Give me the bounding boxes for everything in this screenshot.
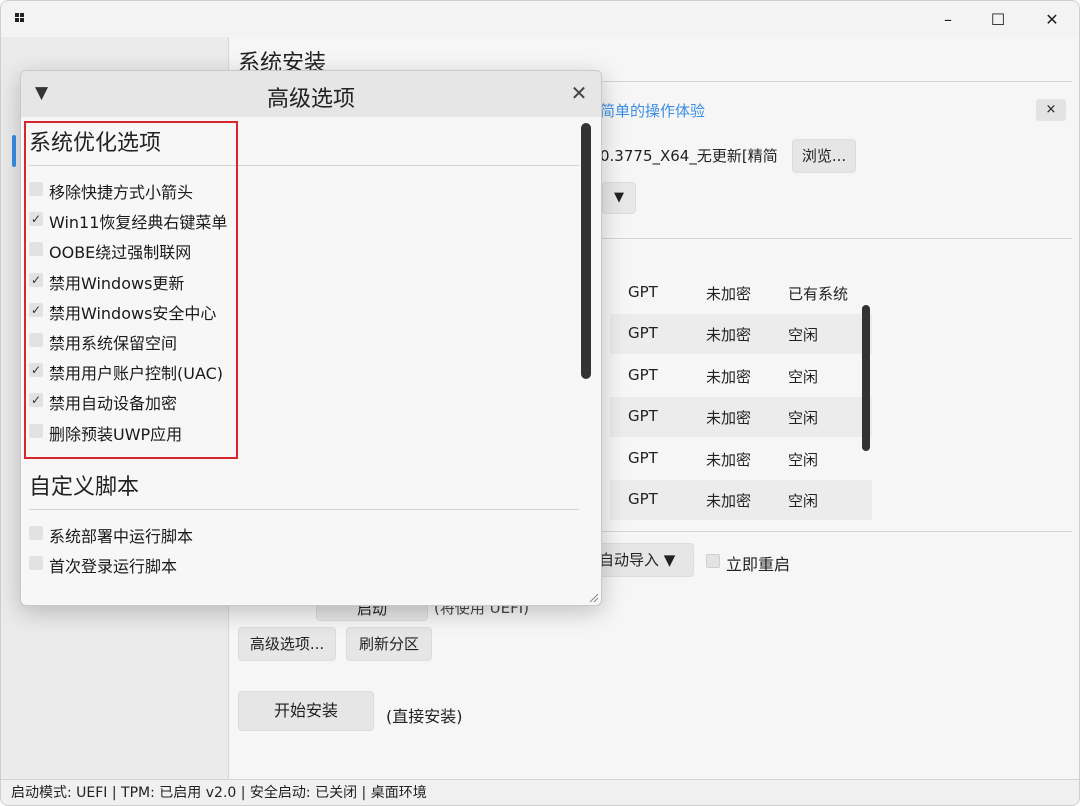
partition-row[interactable]: GPT 未加密 空闲	[610, 439, 872, 479]
partition-style: GPT	[628, 324, 658, 343]
partition-row[interactable]: GPT 未加密 空闲	[610, 480, 872, 520]
install-hint: (直接安装)	[386, 707, 463, 726]
restart-checkbox[interactable]	[706, 554, 720, 568]
partition-status: 已有系统	[788, 285, 849, 303]
partition-table-scrollbar[interactable]	[862, 305, 870, 451]
resize-grip-icon[interactable]	[587, 591, 599, 603]
partition-enc: 未加密	[706, 367, 752, 386]
banner-close-button[interactable]: ×	[1036, 99, 1066, 121]
restart-label: 立即重启	[726, 555, 791, 574]
partition-status: 空闲	[788, 492, 819, 510]
divider	[29, 509, 579, 510]
partition-style: GPT	[628, 365, 658, 384]
partition-status: 空闲	[788, 367, 819, 386]
chevron-down-icon: ▼	[614, 190, 624, 205]
minimize-icon: –	[944, 9, 952, 29]
partition-style: GPT	[628, 283, 658, 301]
start-install-button[interactable]: 开始安装	[238, 691, 374, 731]
dialog-close-icon[interactable]: ✕	[567, 81, 591, 105]
partition-status: 空闲	[788, 450, 819, 469]
partition-enc: 未加密	[706, 450, 752, 469]
partition-enc: 未加密	[706, 409, 752, 428]
partition-enc: 未加密	[706, 492, 752, 510]
option-label: 系统部署中运行脚本	[49, 527, 194, 546]
maximize-icon: ☐	[990, 9, 1006, 29]
title-bar: – ☐ ✕	[1, 1, 1079, 37]
refresh-partitions-button[interactable]: 刷新分区	[346, 627, 432, 661]
partition-row[interactable]: GPT 未加密 空闲	[610, 314, 872, 355]
maximize-button[interactable]: ☐	[973, 1, 1023, 37]
dialog-title: 高级选项	[266, 87, 355, 112]
advanced-options-button[interactable]: 高级选项...	[238, 627, 336, 661]
partition-enc: 未加密	[706, 285, 752, 303]
close-window-button[interactable]: ✕	[1027, 1, 1077, 37]
advanced-options-dialog: ▼ 高级选项 ✕ 系统优化选项 移除快捷方式小箭头 ✓ Win11恢复经典右键菜单 O…	[20, 70, 602, 606]
browse-button[interactable]: 浏览...	[792, 139, 856, 173]
partition-row[interactable]: GPT 未加密 空闲	[610, 397, 872, 438]
dialog-scrollbar[interactable]	[581, 123, 591, 379]
option-checkbox[interactable]	[29, 556, 43, 570]
sidebar-selected-indicator	[12, 135, 16, 167]
partition-style: GPT	[628, 490, 658, 508]
partition-table: GPT 未加密 已有系统 GPT 未加密 空闲 GPT 未加密 空闲 GPT 未加密 空闲 GPT 未加密…	[610, 273, 872, 543]
partition-status: 空闲	[788, 409, 819, 428]
status-bar: 启动模式: UEFI | TPM: 已启用 v2.0 | 安全启动: 已关闭 |…	[1, 779, 1079, 805]
highlight-box	[24, 121, 238, 459]
info-banner: 得更简单的操作体验	[570, 97, 1074, 125]
partition-status: 空闲	[788, 326, 819, 345]
close-icon: ✕	[1045, 9, 1059, 29]
dialog-title-bar[interactable]: ▼ 高级选项 ✕	[21, 71, 601, 117]
minimize-button[interactable]: –	[923, 1, 973, 37]
driver-import-dropdown[interactable]: 自动导入 ▼	[592, 543, 694, 577]
partition-row[interactable]: GPT 未加密 已有系统	[610, 273, 872, 313]
image-path-field[interactable]: 0.3775_X64_无更新[精简	[600, 145, 778, 166]
partition-style: GPT	[628, 448, 658, 467]
app-icon	[15, 13, 25, 23]
partition-style: GPT	[628, 407, 658, 426]
partition-row[interactable]: GPT 未加密 空闲	[610, 356, 872, 396]
option-label: 首次登录运行脚本	[49, 557, 178, 576]
partition-enc: 未加密	[706, 326, 752, 345]
section-title-custom-script: 自定义脚本	[29, 475, 140, 500]
option-checkbox[interactable]	[29, 526, 43, 540]
version-dropdown-toggle[interactable]: ▼	[602, 182, 636, 214]
